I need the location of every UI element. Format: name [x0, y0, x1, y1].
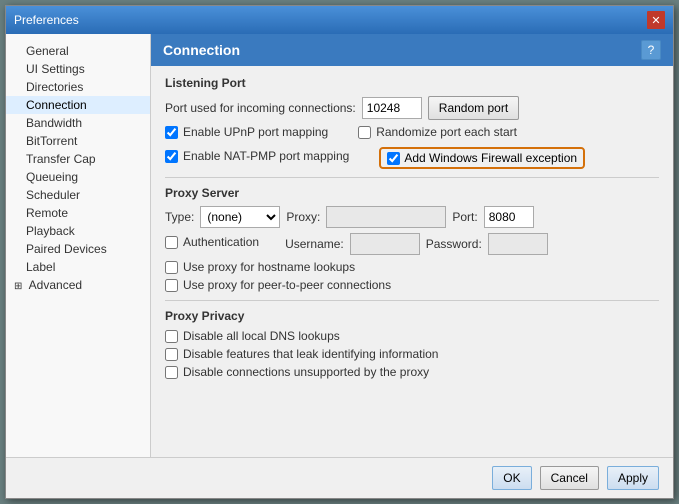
port-input[interactable]	[362, 97, 422, 119]
firewall-label[interactable]: Add Windows Firewall exception	[404, 151, 577, 165]
proxy-server-section: Proxy Server Type: (none) Proxy: Port:	[165, 186, 659, 292]
proxy-input[interactable]	[326, 206, 446, 228]
p2p-label[interactable]: Use proxy for peer-to-peer connections	[183, 278, 391, 292]
proxy-port-input[interactable]	[484, 206, 534, 228]
hostname-row: Use proxy for hostname lookups	[165, 260, 659, 274]
auth-row: Authentication Username: Password:	[165, 233, 659, 255]
leak-row: Disable features that leak identifying i…	[165, 347, 659, 361]
randomize-port-label[interactable]: Randomize port each start	[376, 125, 517, 139]
random-port-button[interactable]: Random port	[428, 96, 519, 120]
auth-label[interactable]: Authentication	[183, 235, 259, 249]
ok-button[interactable]: OK	[492, 466, 531, 490]
firewall-checkbox[interactable]	[387, 152, 400, 165]
dns-label[interactable]: Disable all local DNS lookups	[183, 329, 340, 343]
sidebar-item-scheduler[interactable]: Scheduler	[6, 186, 150, 204]
expand-icon: ⊞	[14, 281, 26, 292]
proxy-type-select[interactable]: (none)	[200, 206, 280, 228]
p2p-row: Use proxy for peer-to-peer connections	[165, 278, 659, 292]
proxy-server-label: Proxy Server	[165, 186, 659, 200]
hostname-label[interactable]: Use proxy for hostname lookups	[183, 260, 355, 274]
sidebar-item-general[interactable]: General	[6, 42, 150, 60]
footer: OK Cancel Apply	[6, 457, 673, 498]
sidebar-item-queueing[interactable]: Queueing	[6, 168, 150, 186]
nat-pmp-label[interactable]: Enable NAT-PMP port mapping	[183, 149, 349, 163]
type-label: Type:	[165, 210, 194, 224]
nat-pmp-row: Enable NAT-PMP port mapping	[165, 149, 349, 163]
listening-port-section: Listening Port Port used for incoming co…	[165, 76, 659, 169]
upnp-row: Enable UPnP port mapping	[165, 125, 328, 139]
divider-2	[165, 300, 659, 301]
nat-pmp-checkbox[interactable]	[165, 150, 178, 163]
section-title: Connection	[163, 42, 240, 58]
hostname-checkbox[interactable]	[165, 261, 178, 274]
proxy-privacy-section: Proxy Privacy Disable all local DNS look…	[165, 309, 659, 379]
port-row: Port used for incoming connections: Rand…	[165, 96, 659, 120]
leak-checkbox[interactable]	[165, 348, 178, 361]
preferences-window: Preferences ✕ General UI Settings Direct…	[5, 5, 674, 499]
sidebar-item-paired-devices[interactable]: Paired Devices	[6, 240, 150, 258]
sidebar-item-playback[interactable]: Playback	[6, 222, 150, 240]
sidebar: General UI Settings Directories Connecti…	[6, 34, 151, 457]
p2p-checkbox[interactable]	[165, 279, 178, 292]
unsupported-label[interactable]: Disable connections unsupported by the p…	[183, 365, 429, 379]
unsupported-checkbox[interactable]	[165, 366, 178, 379]
divider-1	[165, 177, 659, 178]
help-button[interactable]: ?	[641, 40, 661, 60]
password-input[interactable]	[488, 233, 548, 255]
sidebar-item-advanced-label: Advanced	[29, 278, 82, 292]
cancel-button[interactable]: Cancel	[540, 466, 599, 490]
auth-checkbox-row: Authentication	[165, 235, 259, 249]
randomize-port-checkbox[interactable]	[358, 126, 371, 139]
section-header: Connection ?	[151, 34, 673, 66]
apply-button[interactable]: Apply	[607, 466, 659, 490]
upnp-label[interactable]: Enable UPnP port mapping	[183, 125, 328, 139]
sidebar-item-bittorrent[interactable]: BitTorrent	[6, 132, 150, 150]
proxy-type-row: Type: (none) Proxy: Port:	[165, 206, 659, 228]
randomize-port-row: Randomize port each start	[358, 125, 517, 139]
sidebar-item-advanced[interactable]: ⊞ Advanced	[6, 276, 150, 294]
main-content: Connection ? Listening Port Port used fo…	[151, 34, 673, 457]
title-bar: Preferences ✕	[6, 6, 673, 34]
sidebar-item-directories[interactable]: Directories	[6, 78, 150, 96]
window-title: Preferences	[14, 13, 79, 27]
close-button[interactable]: ✕	[647, 11, 665, 29]
proxy-field-label: Proxy:	[286, 210, 320, 224]
sidebar-item-ui-settings[interactable]: UI Settings	[6, 60, 150, 78]
auth-checkbox[interactable]	[165, 236, 178, 249]
sidebar-item-remote[interactable]: Remote	[6, 204, 150, 222]
proxy-port-label: Port:	[452, 210, 477, 224]
sidebar-item-transfer-cap[interactable]: Transfer Cap	[6, 150, 150, 168]
firewall-exception-highlight: Add Windows Firewall exception	[379, 147, 585, 169]
password-label: Password:	[426, 237, 482, 251]
window-content: General UI Settings Directories Connecti…	[6, 34, 673, 457]
leak-label[interactable]: Disable features that leak identifying i…	[183, 347, 438, 361]
proxy-privacy-label: Proxy Privacy	[165, 309, 659, 323]
content-area: Listening Port Port used for incoming co…	[151, 66, 673, 393]
sidebar-item-bandwidth[interactable]: Bandwidth	[6, 114, 150, 132]
listening-port-label: Listening Port	[165, 76, 659, 90]
sidebar-item-label[interactable]: Label	[6, 258, 150, 276]
dns-checkbox[interactable]	[165, 330, 178, 343]
port-label: Port used for incoming connections:	[165, 101, 356, 115]
sidebar-item-connection[interactable]: Connection	[6, 96, 150, 114]
unsupported-row: Disable connections unsupported by the p…	[165, 365, 659, 379]
username-label: Username:	[285, 237, 344, 251]
dns-row: Disable all local DNS lookups	[165, 329, 659, 343]
upnp-checkbox[interactable]	[165, 126, 178, 139]
username-input[interactable]	[350, 233, 420, 255]
